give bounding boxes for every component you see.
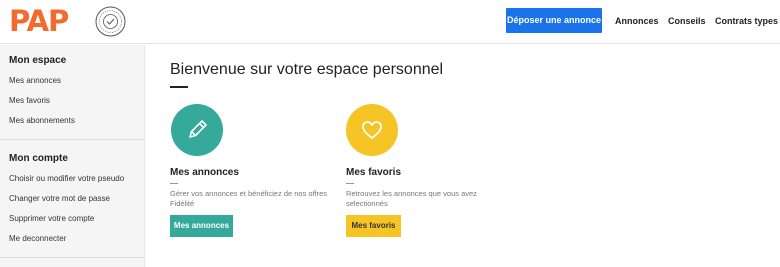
sidebar-section-title: Mon espace bbox=[9, 55, 67, 66]
pap-logo[interactable]: PAP bbox=[9, 6, 69, 36]
card-title-annonces: Mes annonces bbox=[170, 167, 239, 178]
certified-seal-icon bbox=[95, 6, 126, 37]
mes-annonces-button[interactable]: Mes annonces bbox=[170, 215, 233, 237]
sidebar-item-pseudo[interactable]: Choisir ou modifier votre pseudo bbox=[9, 174, 124, 183]
heart-icon bbox=[362, 121, 382, 139]
mes-favoris-button[interactable]: Mes favoris bbox=[346, 215, 401, 237]
pencil-icon bbox=[189, 120, 207, 138]
card-description-annonces: Gérer vos annonces et bénéficiez de nos … bbox=[170, 189, 328, 208]
nav-link-contrats-types[interactable]: Contrats types bbox=[715, 16, 778, 26]
favoris-circle[interactable] bbox=[346, 104, 398, 156]
card-divider bbox=[346, 183, 354, 184]
sidebar-divider bbox=[0, 139, 145, 140]
sidebar-item-logout[interactable]: Me deconnecter bbox=[9, 234, 66, 243]
page-title: Bienvenue sur votre espace personnel bbox=[170, 61, 444, 78]
sidebar-item-mes-favoris[interactable]: Mes favoris bbox=[9, 96, 50, 105]
sidebar-item-delete-account[interactable]: Supprimer votre compte bbox=[9, 214, 94, 223]
card-title-favoris: Mes favoris bbox=[346, 167, 402, 178]
sidebar-item-password[interactable]: Changer votre mot de passe bbox=[9, 194, 110, 203]
card-divider bbox=[170, 183, 178, 184]
annonces-circle[interactable] bbox=[171, 104, 223, 156]
post-ad-button[interactable]: Déposer une annonce bbox=[506, 8, 602, 33]
sidebar: Mon espace Mes annonces Mes favoris Mes … bbox=[0, 45, 145, 267]
title-underline bbox=[170, 86, 188, 88]
sidebar-divider bbox=[0, 257, 145, 258]
sidebar-item-mes-abonnements[interactable]: Mes abonnements bbox=[9, 116, 75, 125]
sidebar-item-mes-annonces[interactable]: Mes annonces bbox=[9, 76, 61, 85]
top-header: PAP Déposer une annonce Annonces Conseil… bbox=[0, 0, 780, 44]
nav-link-conseils[interactable]: Conseils bbox=[668, 16, 706, 26]
nav-link-annonces[interactable]: Annonces bbox=[615, 16, 659, 26]
sidebar-section-title: Mon compte bbox=[9, 153, 68, 164]
card-description-favoris: Retrouvez les annonces que vous avez sel… bbox=[346, 189, 477, 208]
